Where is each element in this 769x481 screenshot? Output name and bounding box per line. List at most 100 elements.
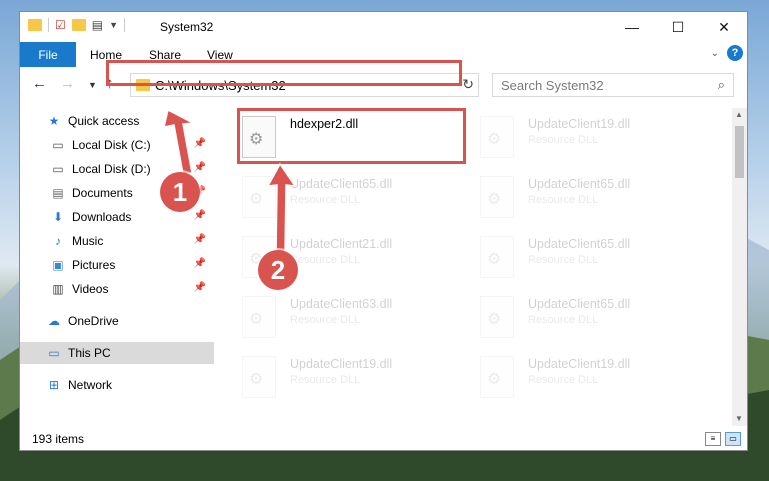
large-icons-view-icon[interactable]: ▭ [725, 432, 741, 446]
pin-icon: 📌 [193, 282, 206, 293]
pin-icon: 📌 [193, 210, 206, 221]
recent-locations-icon[interactable]: ▼ [88, 80, 97, 90]
file-tile[interactable]: ⚙ UpdateClient65.dll Resource DLL [242, 176, 462, 232]
customize-icon[interactable]: ▤ [92, 18, 103, 32]
file-type: Resource DLL [528, 134, 599, 146]
minimize-button[interactable]: — [609, 12, 655, 42]
pin-icon: 📌 [193, 234, 206, 245]
videos-icon: ▥ [52, 282, 64, 296]
search-placeholder: Search System32 [501, 77, 604, 93]
sidebar-item-music[interactable]: ♪ Music 📌 [20, 230, 214, 252]
separator [124, 18, 126, 32]
sidebar-item-label: OneDrive [68, 314, 119, 328]
sidebar-item-label: Quick access [68, 114, 140, 128]
download-icon: ⬇ [52, 210, 64, 224]
sidebar-item-label: Documents [72, 186, 133, 200]
file-name: UpdateClient19.dll [528, 117, 631, 131]
file-type: Resource DLL [528, 374, 599, 386]
dll-file-icon: ⚙ [480, 176, 514, 218]
file-tile[interactable]: ⚙ UpdateClient19.dll Resource DLL [480, 356, 700, 412]
folder-icon [28, 19, 42, 31]
sidebar-item-label: Videos [72, 282, 109, 296]
file-name: UpdateClient19.dll [290, 357, 393, 371]
file-name: UpdateClient63.dll [290, 297, 393, 311]
properties-icon[interactable]: ☑ [55, 18, 66, 32]
computer-icon: ▭ [48, 346, 60, 360]
sidebar-item-label: Music [72, 234, 104, 248]
ribbon-controls: ⌄ ? [711, 45, 743, 61]
refresh-icon[interactable]: ↻ [462, 76, 474, 93]
drive-icon: ▭ [52, 138, 64, 152]
pin-icon: 📌 [193, 138, 206, 149]
documents-icon: ▤ [52, 186, 64, 200]
file-type: Resource DLL [290, 254, 361, 266]
sidebar-item-label: Downloads [72, 210, 132, 224]
dll-file-icon: ⚙ [480, 116, 514, 158]
sidebar-item-pictures[interactable]: ▣ Pictures 📌 [20, 254, 214, 276]
drive-icon: ▭ [52, 162, 64, 176]
callout-step-1: 1 [160, 172, 200, 212]
cloud-icon: ☁ [48, 314, 60, 328]
scroll-thumb[interactable] [735, 126, 744, 178]
gear-icon: ⚙ [487, 131, 502, 148]
back-arrow-icon[interactable]: ← [32, 75, 47, 92]
scroll-up-icon[interactable]: ▲ [735, 110, 743, 119]
gear-icon: ⚙ [249, 371, 264, 388]
new-folder-icon[interactable] [71, 19, 86, 31]
callout-step-2: 2 [258, 250, 298, 290]
sidebar-item-quick-access[interactable]: ★ Quick access [20, 110, 214, 132]
dll-file-icon: ⚙ [242, 296, 276, 338]
status-bar: 193 items ≡ ▭ [20, 428, 747, 450]
sidebar-item-network[interactable]: ⊞ Network [20, 374, 214, 396]
network-icon: ⊞ [48, 378, 60, 392]
file-tile[interactable]: ⚙ UpdateClient63.dll Resource DLL [242, 296, 462, 352]
sidebar-item-videos[interactable]: ▥ Videos 📌 [20, 278, 214, 300]
pictures-icon: ▣ [52, 258, 64, 272]
file-type: Resource DLL [290, 374, 361, 386]
file-tile[interactable]: ⚙ UpdateClient65.dll Resource DLL [480, 176, 700, 232]
sidebar-item-label: Pictures [72, 258, 116, 272]
vertical-scrollbar[interactable]: ▲ ▼ [732, 108, 747, 426]
tab-file[interactable]: File [20, 42, 76, 67]
file-type: Resource DLL [290, 194, 361, 206]
sidebar-item-this-pc[interactable]: ▭ This PC [20, 342, 214, 364]
search-input[interactable]: Search System32 ⌕ [492, 73, 734, 97]
dll-file-icon: ⚙ [242, 176, 276, 218]
file-tile[interactable]: ⚙ UpdateClient19.dll Resource DLL [480, 116, 700, 172]
help-icon[interactable]: ? [727, 45, 743, 61]
gear-icon: ⚙ [487, 191, 502, 208]
search-icon[interactable]: ⌕ [718, 77, 725, 93]
close-button[interactable]: ✕ [701, 12, 747, 42]
file-name: UpdateClient65.dll [528, 297, 631, 311]
dll-file-icon: ⚙ [480, 236, 514, 278]
file-name: UpdateClient21.dll [290, 237, 393, 251]
sidebar-item-label: Local Disk (D:) [72, 162, 151, 176]
gear-icon: ⚙ [487, 371, 502, 388]
sidebar-item-label: Local Disk (C:) [72, 138, 151, 152]
item-count: 193 items [32, 432, 85, 446]
pin-icon: 📌 [193, 258, 206, 269]
expand-ribbon-icon[interactable]: ⌄ [711, 48, 719, 59]
sidebar-item-label: Network [68, 378, 113, 392]
file-tile[interactable]: ⚙ UpdateClient65.dll Resource DLL [480, 296, 700, 352]
file-tile[interactable]: ⚙ UpdateClient65.dll Resource DLL [480, 236, 700, 292]
details-view-icon[interactable]: ≡ [705, 432, 721, 446]
sidebar-item-onedrive[interactable]: ☁ OneDrive [20, 310, 214, 332]
maximize-button[interactable]: ☐ [655, 12, 701, 42]
file-tile[interactable]: ⚙ UpdateClient19.dll Resource DLL [242, 356, 462, 412]
file-name: UpdateClient65.dll [528, 237, 631, 251]
view-switcher: ≡ ▭ [705, 432, 741, 446]
scroll-down-icon[interactable]: ▼ [735, 414, 743, 423]
title-bar: ☑ ▤ ▼ System32 — ☐ ✕ [20, 12, 747, 42]
gear-icon: ⚙ [249, 311, 264, 328]
star-icon: ★ [48, 114, 60, 128]
file-name: UpdateClient19.dll [528, 357, 631, 371]
chevron-down-icon[interactable]: ▼ [109, 20, 118, 30]
sidebar-item-label: This PC [68, 346, 111, 360]
forward-arrow-icon[interactable]: → [60, 75, 75, 92]
sidebar-item-local-disk-c[interactable]: ▭ Local Disk (C:) 📌 [20, 134, 214, 156]
gear-icon: ⚙ [487, 311, 502, 328]
file-type: Resource DLL [290, 314, 361, 326]
navigation-pane: ★ Quick access ▭ Local Disk (C:) 📌 ▭ Loc… [20, 108, 214, 428]
dll-file-icon: ⚙ [242, 356, 276, 398]
